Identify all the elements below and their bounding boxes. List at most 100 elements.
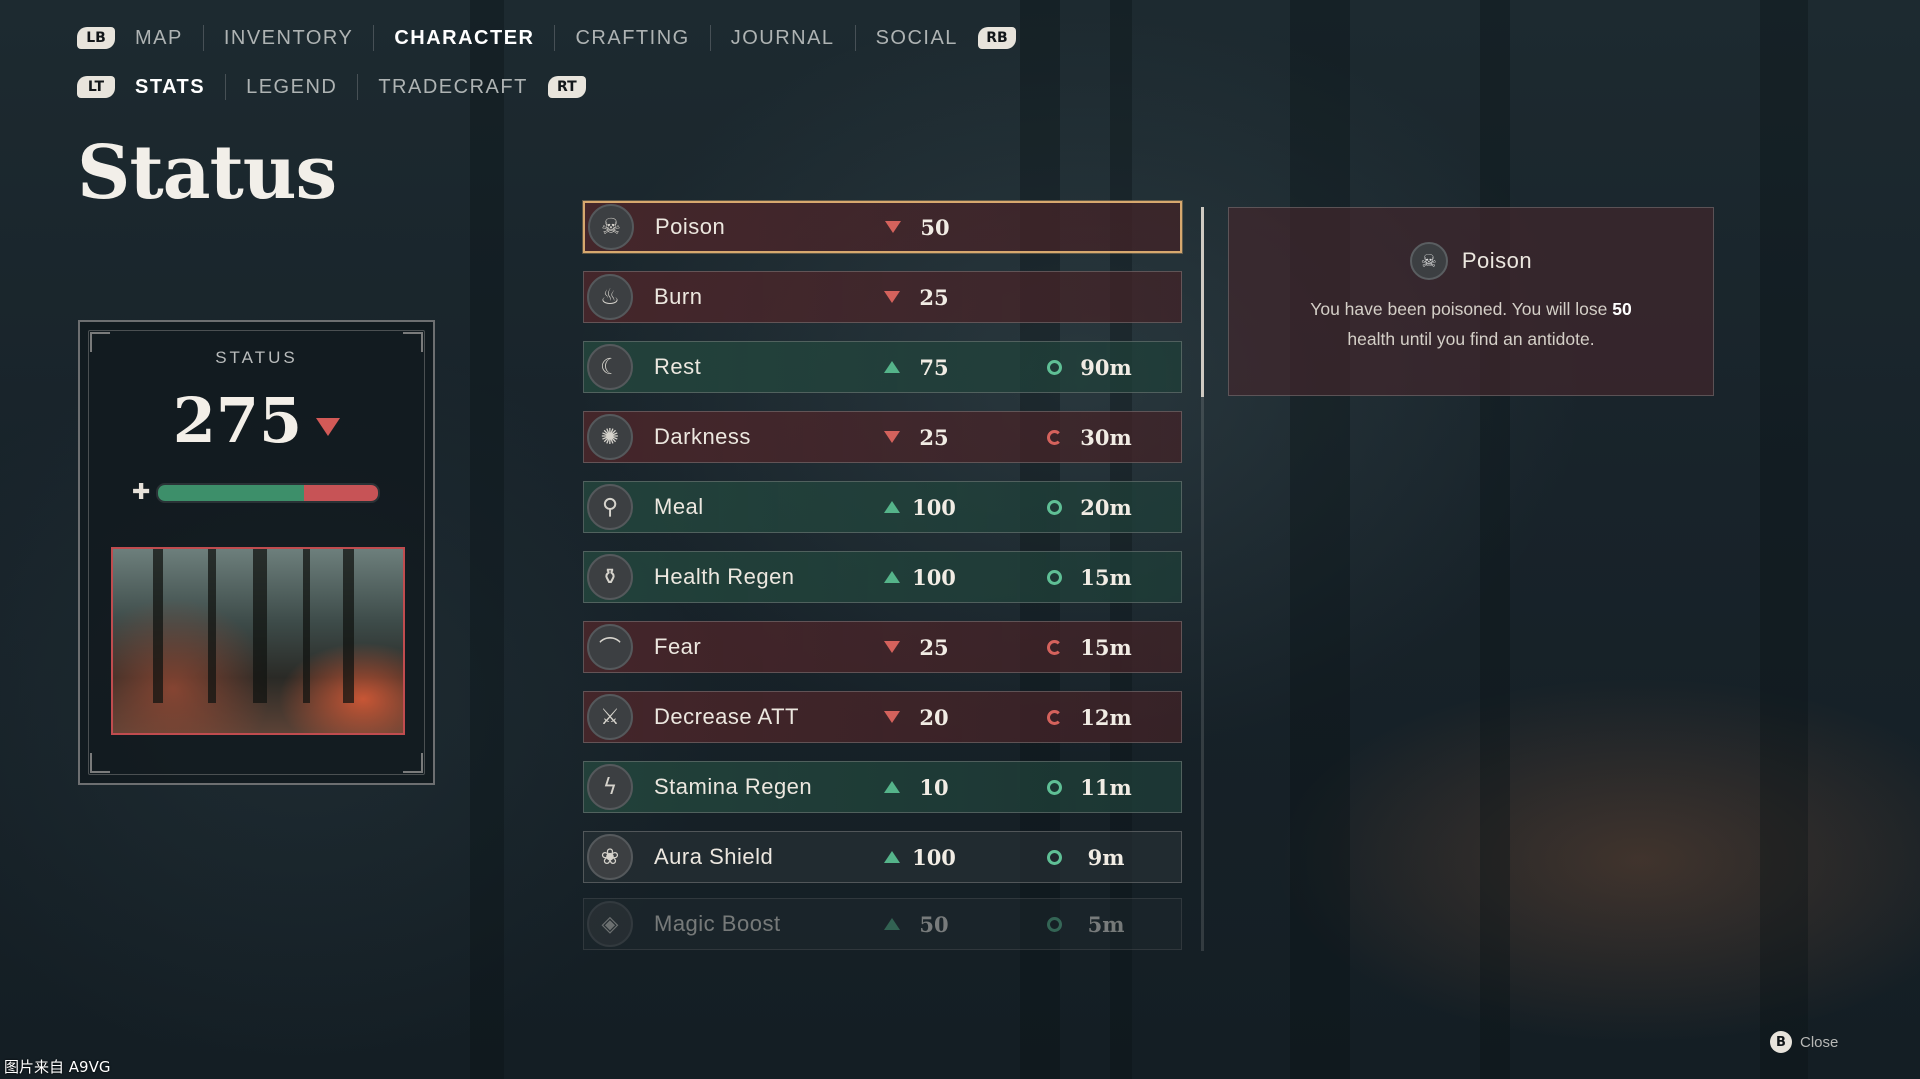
tab-social[interactable]: SOCIAL (856, 25, 978, 51)
arrow-down-icon (884, 431, 900, 443)
status-value: 75 (919, 354, 949, 380)
close-hint[interactable]: B Close (1770, 1031, 1838, 1053)
broken-sword-icon: ⚔ (587, 694, 633, 740)
potion-icon: ⚱ (587, 554, 633, 600)
status-duration: 5m (1087, 911, 1125, 937)
status-name: Magic Boost (654, 911, 781, 936)
health-plus-icon: ✚ (132, 480, 151, 505)
arrow-up-icon (884, 501, 900, 513)
status-row-stamina-regen[interactable]: ϟ Stamina Regen 10 11m (583, 761, 1182, 813)
lightning-icon: ϟ (587, 764, 633, 810)
lt-button-hint[interactable]: LT (77, 76, 115, 98)
status-value: 25 (919, 634, 949, 660)
status-value: 100 (912, 494, 956, 520)
tab-crafting[interactable]: CRAFTING (555, 25, 711, 51)
detail-description: You have been poisoned. You will lose 50… (1301, 294, 1641, 354)
status-row-rest[interactable]: ☾ Rest 75 90m (583, 341, 1182, 393)
arrow-up-icon (884, 361, 900, 373)
card-corner-ornament (90, 753, 110, 773)
character-scene-image (111, 547, 405, 735)
rt-button-hint[interactable]: RT (547, 76, 586, 98)
status-row-aura-shield[interactable]: ❀ Aura Shield 100 9m (583, 831, 1182, 883)
drumstick-icon: ⚲ (587, 484, 633, 530)
arrow-down-icon (884, 641, 900, 653)
tab-character[interactable]: CHARACTER (374, 25, 556, 51)
moon-icon: ☾ (587, 344, 633, 390)
timer-icon (1047, 569, 1062, 585)
status-row-health-regen[interactable]: ⚱ Health Regen 100 15m (583, 551, 1182, 603)
status-detail-panel: ☠ Poison You have been poisoned. You wil… (1228, 207, 1714, 396)
tab-inventory[interactable]: INVENTORY (204, 25, 375, 51)
gem-icon: ◈ (587, 901, 633, 947)
arrow-up-icon (884, 781, 900, 793)
lotus-icon: ❀ (587, 834, 633, 880)
status-value: 10 (919, 774, 949, 800)
skull-icon: ☠ (1409, 242, 1448, 280)
health-bar-positive (158, 484, 304, 501)
detail-desc-part1: You have been poisoned. You will lose (1310, 299, 1613, 319)
tab-stats[interactable]: STATS (135, 74, 227, 100)
status-row-burn[interactable]: ♨ Burn 25 (583, 271, 1182, 323)
primary-nav: LB MAP INVENTORY CHARACTER CRAFTING JOUR… (77, 22, 1016, 54)
status-row-darkness[interactable]: ✺ Darkness 25 30m (583, 411, 1182, 463)
status-value: 100 (912, 564, 956, 590)
status-value: 25 (919, 424, 949, 450)
arrow-up-icon (884, 918, 900, 930)
bat-icon: ⌒ (587, 624, 633, 670)
status-total: 275 (80, 384, 433, 457)
timer-icon (1047, 709, 1062, 725)
arrow-down-icon (884, 291, 900, 303)
page-title: Status (77, 130, 337, 216)
status-duration: 9m (1087, 844, 1125, 870)
vortex-icon: ✺ (587, 414, 633, 460)
tab-map[interactable]: MAP (135, 25, 204, 51)
close-label[interactable]: Close (1800, 1034, 1838, 1051)
detail-desc-part2: health until you find an antidote. (1347, 329, 1595, 349)
card-corner-ornament (403, 753, 423, 773)
health-bar (156, 482, 381, 503)
detail-header: ☠ Poison (1229, 242, 1713, 280)
health-bar-group: ✚ (132, 480, 381, 505)
timer-icon (1047, 429, 1062, 445)
timer-icon (1047, 849, 1062, 865)
status-row-decrease-att[interactable]: ⚔ Decrease ATT 20 12m (583, 691, 1182, 743)
tab-tradecraft[interactable]: TRADECRAFT (358, 74, 547, 100)
status-row-poison[interactable]: ☠ Poison 50 (583, 201, 1182, 253)
status-value: 25 (919, 284, 949, 310)
status-row-meal[interactable]: ⚲ Meal 100 20m (583, 481, 1182, 533)
timer-icon (1047, 779, 1062, 795)
status-summary-card: STATUS 275 ✚ (78, 320, 435, 785)
status-duration: 30m (1080, 424, 1132, 450)
arrow-down-icon (884, 711, 900, 723)
detail-title: Poison (1461, 248, 1533, 273)
status-row-magic-boost[interactable]: ◈ Magic Boost 50 5m (583, 898, 1182, 950)
status-duration: 15m (1080, 564, 1132, 590)
skull-icon: ☠ (588, 204, 634, 250)
detail-desc-amount: 50 (1612, 299, 1632, 319)
status-duration: 12m (1080, 704, 1132, 730)
status-name: Burn (654, 284, 703, 309)
status-duration: 20m (1080, 494, 1132, 520)
status-name: Decrease ATT (654, 704, 799, 729)
timer-icon (1047, 499, 1062, 515)
status-total-value: 275 (172, 384, 303, 457)
rb-button-hint[interactable]: RB (977, 27, 1016, 49)
status-card-label: STATUS (215, 348, 298, 367)
status-name: Health Regen (654, 564, 795, 589)
status-value: 20 (919, 704, 949, 730)
watermark-text: 图片来自 A9VG (4, 1058, 111, 1076)
scrollbar-thumb[interactable] (1201, 207, 1204, 397)
status-row-fear[interactable]: ⌒ Fear 25 15m (583, 621, 1182, 673)
status-duration: 90m (1080, 354, 1132, 380)
status-name: Poison (655, 214, 726, 239)
tab-journal[interactable]: JOURNAL (711, 25, 856, 51)
lb-button-hint[interactable]: LB (77, 27, 115, 49)
status-name: Rest (654, 354, 702, 379)
status-name: Darkness (654, 424, 751, 449)
timer-icon (1047, 916, 1062, 932)
b-button-icon[interactable]: B (1770, 1031, 1792, 1053)
tab-legend[interactable]: LEGEND (226, 74, 359, 100)
status-name: Stamina Regen (654, 774, 813, 799)
status-value: 100 (912, 844, 956, 870)
timer-icon (1047, 639, 1062, 655)
